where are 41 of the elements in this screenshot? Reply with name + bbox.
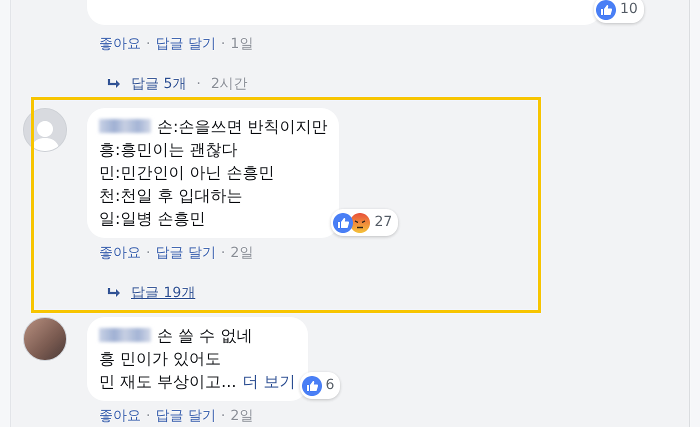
action-link[interactable]: 좋아요: [99, 35, 141, 53]
comment-time: 2일: [230, 244, 254, 262]
separator-dot: ·: [146, 408, 150, 424]
replies-link[interactable]: 답글 19개: [131, 284, 196, 302]
comment-text: 천:천일 후 입대하는: [99, 186, 243, 205]
action-link[interactable]: 답글 달기: [155, 35, 216, 53]
separator-dot: ·: [146, 36, 150, 52]
action-link[interactable]: 답글 달기: [155, 244, 216, 262]
angry-face-icon: [350, 212, 370, 232]
reaction-badge[interactable]: 6: [300, 372, 340, 399]
thumbs-up-icon: [302, 376, 322, 396]
comment-time: 1일: [230, 35, 254, 53]
comment-time: 2일: [230, 407, 254, 425]
reaction-badge[interactable]: 10: [594, 0, 644, 23]
default-avatar[interactable]: [23, 108, 67, 152]
reply-time: 2시간: [210, 75, 248, 93]
separator-dot: ·: [196, 76, 201, 92]
comment-text: 손 쓸 수 없네: [157, 326, 252, 345]
action-link[interactable]: 좋아요: [99, 244, 141, 262]
action-link[interactable]: 좋아요: [99, 407, 141, 425]
reaction-badge[interactable]: 27: [331, 209, 398, 236]
separator-dot: ·: [220, 36, 226, 52]
see-more-link[interactable]: 더 보기: [242, 372, 296, 391]
blurred-name[interactable]: [99, 328, 151, 342]
comment-text: 흥:흥민이는 괜찮다: [99, 140, 238, 159]
comment-text: 손:손을쓰면 반칙이지만: [157, 117, 328, 136]
reply-arrow-icon: [107, 287, 121, 299]
blurred-name[interactable]: [99, 119, 151, 133]
action-link[interactable]: 답글 달기: [155, 407, 216, 425]
reply-arrow-icon: [107, 78, 121, 90]
comment-text: 민:민간인이 아닌 손흥민: [99, 163, 275, 182]
separator-dot: ·: [220, 408, 226, 424]
comment-text: 민 재도 부상이고...: [99, 372, 236, 391]
replies-link[interactable]: 답글 5개: [131, 75, 186, 93]
thumbs-up-icon: [596, 0, 616, 20]
separator-dot: ·: [220, 245, 226, 261]
comment-text: 일:일병 손흥민: [99, 209, 206, 228]
thumbs-up-icon: [333, 212, 354, 232]
photo-placeholder[interactable]: [23, 317, 67, 361]
separator-dot: ·: [146, 245, 150, 261]
comment-text: 흥 민이가 있어도: [99, 349, 222, 368]
